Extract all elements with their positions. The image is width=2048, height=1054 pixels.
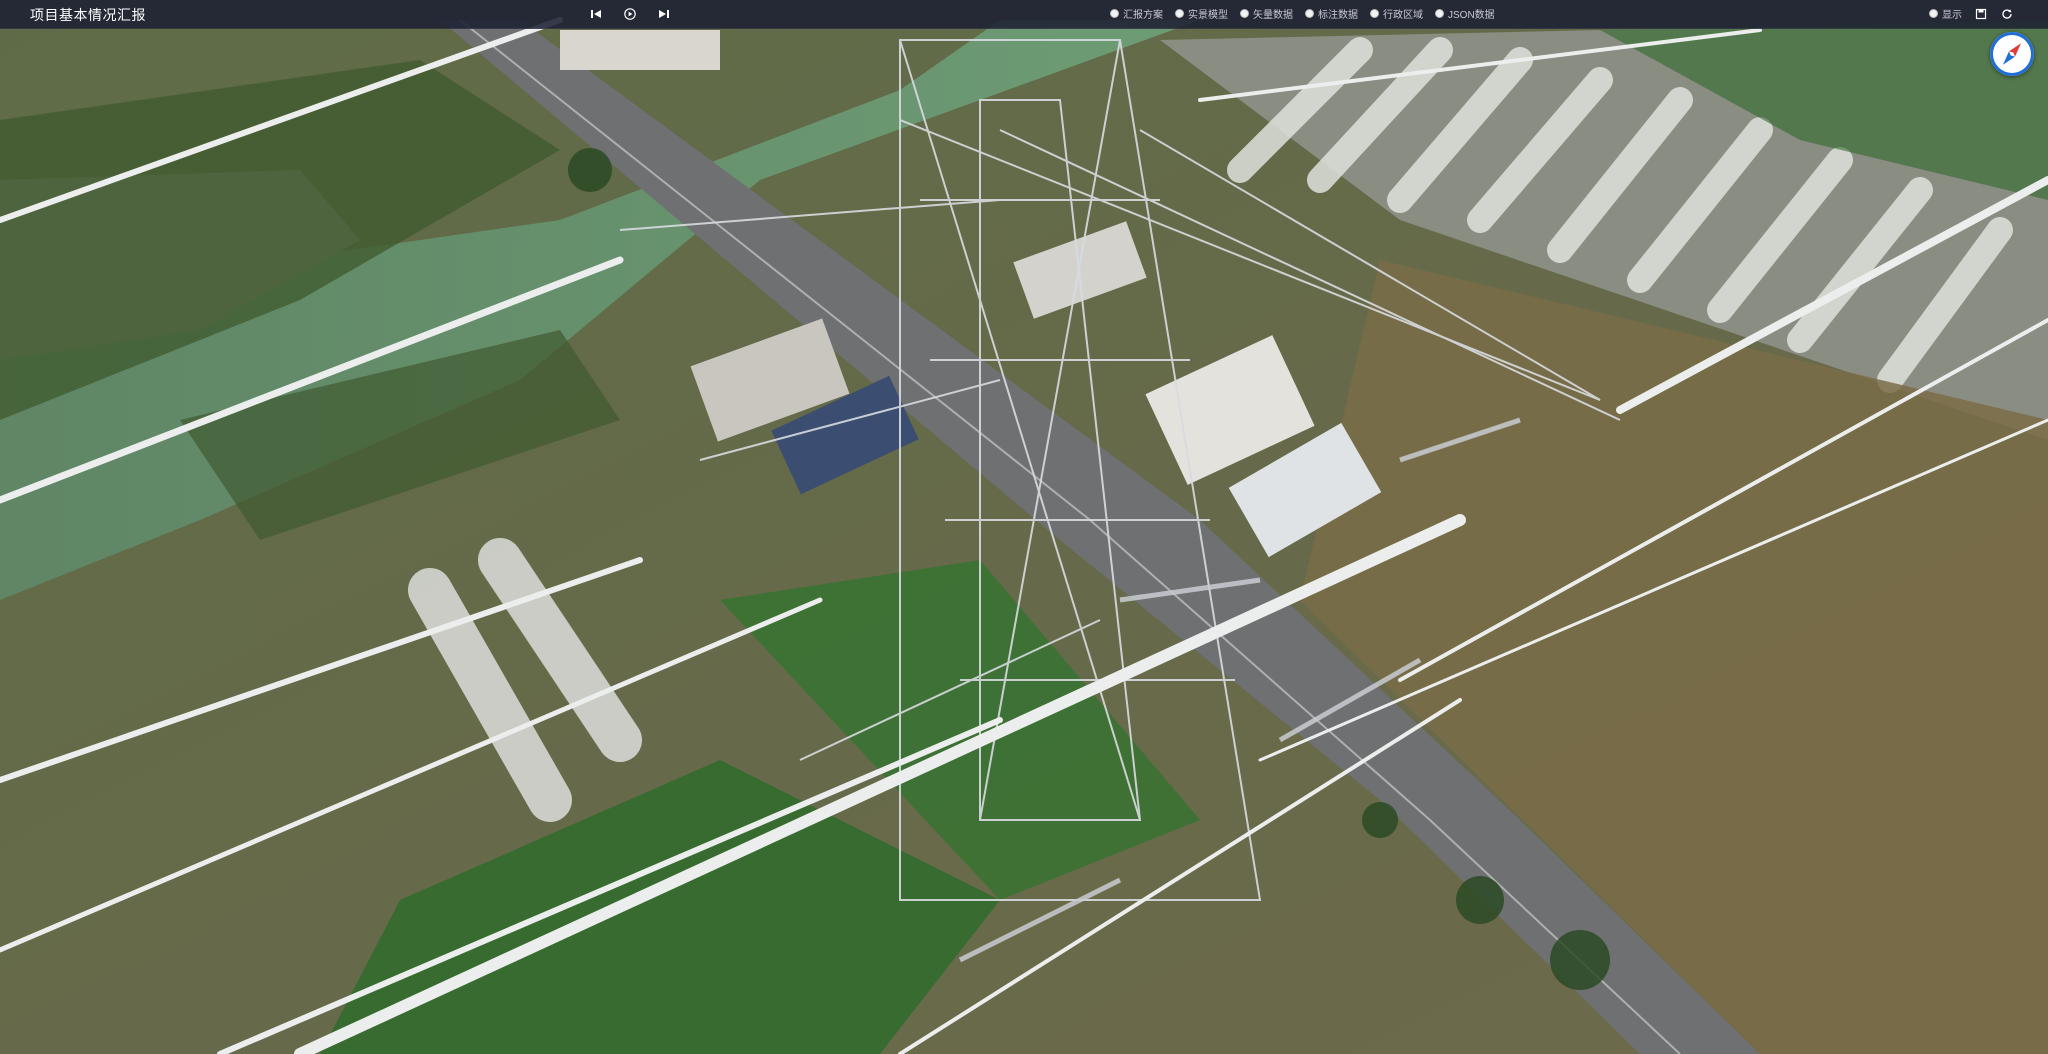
layer-label: 标注数据 (1318, 10, 1358, 21)
radio-dot[interactable] (1175, 9, 1184, 18)
radio-dot[interactable] (1110, 9, 1119, 18)
save-icon[interactable] (1974, 7, 1988, 21)
layer-toggle-json-data[interactable]: JSON数据 (1435, 6, 1495, 21)
scene-render (0, 0, 2048, 1054)
play-icon[interactable] (622, 6, 638, 22)
layer-label: 汇报方案 (1123, 10, 1163, 21)
playback-controls (588, 6, 672, 22)
radio-dot[interactable] (1305, 9, 1314, 18)
top-toolbar: 项目基本情况汇报 汇报方案 实景模型 矢量数据 标注数据 行政区域 JSON数据… (0, 0, 2048, 29)
layer-toggle-report-plan[interactable]: 汇报方案 (1110, 6, 1163, 21)
layer-toggle-admin-region[interactable]: 行政区域 (1370, 6, 1423, 21)
display-label: 显示 (1942, 10, 1962, 21)
radio-dot[interactable] (1929, 9, 1938, 18)
radio-dot[interactable] (1435, 9, 1444, 18)
compass-icon[interactable] (1990, 32, 2034, 76)
radio-dot[interactable] (1370, 9, 1379, 18)
layer-toggle-vector-data[interactable]: 矢量数据 (1240, 6, 1293, 21)
refresh-icon[interactable] (2000, 7, 2014, 21)
skip-back-icon[interactable] (588, 6, 604, 22)
skip-forward-icon[interactable] (656, 6, 672, 22)
layer-toggle-reality-model[interactable]: 实景模型 (1175, 6, 1228, 21)
display-toggle[interactable]: 显示 (1929, 6, 1962, 21)
layer-label: 矢量数据 (1253, 10, 1293, 21)
page-title: 项目基本情况汇报 (30, 7, 146, 23)
layer-toggles: 汇报方案 实景模型 矢量数据 标注数据 行政区域 JSON数据 (1110, 6, 1495, 21)
layer-label: JSON数据 (1448, 10, 1495, 21)
layer-label: 实景模型 (1188, 10, 1228, 21)
right-tools: 显示 (1929, 6, 2014, 21)
radio-dot[interactable] (1240, 9, 1249, 18)
layer-toggle-annotation-data[interactable]: 标注数据 (1305, 6, 1358, 21)
map-viewport[interactable] (0, 0, 2048, 1054)
layer-label: 行政区域 (1383, 10, 1423, 21)
